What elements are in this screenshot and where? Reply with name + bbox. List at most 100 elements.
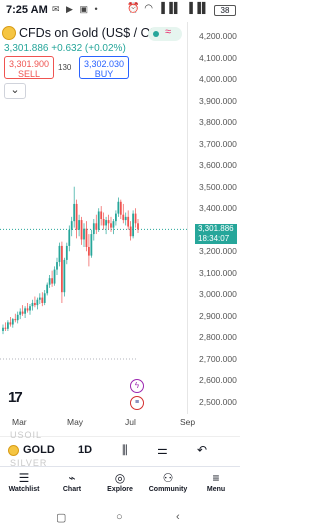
candle [2,324,4,335]
sell-price: 3,301.900 [8,59,50,69]
nav-label: Watchlist [8,486,40,493]
candle-body [2,327,4,331]
candle-body [19,311,22,315]
buy-button[interactable]: 3,302.030 BUY [79,56,129,79]
candle [16,311,19,324]
sell-button[interactable]: 3,301.900 SELL [4,56,54,79]
nav-explore[interactable]: ◎ Explore [96,470,144,493]
candle-body [107,220,110,224]
candle [88,234,90,267]
spread-value: 130 [58,63,72,72]
interval-selector[interactable]: 1D [78,444,92,456]
candle [112,219,115,235]
compass-icon: ◎ [114,471,126,485]
candle-body [73,203,76,222]
candle [29,304,31,315]
candle [7,320,9,331]
candle [105,216,107,235]
price-change: +0.632 (+0.02%) [51,43,126,54]
price-tick-label: 2,600.000 [199,375,237,386]
menu-icon: ≡ [212,471,220,485]
lightning-icon[interactable]: ϟ [130,379,144,393]
candle-body [53,269,56,284]
candle-body [7,322,9,329]
symbol-title: CFDs on Gold (US$ / OZ) [19,26,163,40]
chevron-down-icon: ⌄ [10,84,20,96]
candle-body [80,220,83,240]
collapse-chevron-button[interactable]: ⌄ [4,83,26,99]
candle [21,305,24,316]
price-tick-label: 3,000.000 [199,289,237,300]
candle-body [95,223,98,230]
symbol-selector[interactable]: GOLD [8,444,55,456]
last-price-value: 3,301.886 [198,224,234,233]
price-tick-label: 2,900.000 [199,310,237,321]
price-tick-label: 4,200.000 [199,31,237,41]
price-tick-label: 3,900.000 [199,95,237,106]
system-navigation: ▢ ○ ‹ [0,502,240,532]
candle [65,242,68,265]
nav-label: Explore [107,486,133,493]
month-label: Sep [180,417,196,427]
candle [48,274,51,288]
candle-body [132,213,134,237]
nav-label: Menu [206,486,226,493]
chart-type-icon[interactable]: ⫼ [122,443,128,458]
candle-body [112,221,115,228]
market-status-pill[interactable]: ≈ [148,26,182,41]
candle-body [21,311,24,314]
candle-body [9,322,12,325]
candle [100,206,103,226]
nav-menu[interactable]: ≡ Menu [192,470,240,493]
back-icon[interactable]: ‹ [176,511,180,523]
wave-icon: ≈ [165,26,172,38]
price-tick-label: 2,700.000 [199,353,237,364]
price-tick-label: 4,100.000 [199,52,237,63]
nav-community[interactable]: ⚇ Community [144,470,192,493]
candle-body [61,245,63,293]
nav-chart[interactable]: ⌁ Chart [48,470,96,493]
price-tick-label: 3,500.000 [199,181,237,192]
candle [80,216,83,245]
month-label: Jul [125,417,136,427]
candle [58,242,61,267]
recents-icon[interactable]: ▢ [56,511,66,524]
current-price: 3,301.886 [4,43,49,54]
chart-icon: ⌁ [68,471,76,485]
undo-icon[interactable]: ↶ [197,443,207,457]
candle-body [129,226,132,237]
candle [31,299,34,311]
candle [119,199,122,219]
price-tick-label: 3,100.000 [199,267,237,278]
candle-body [88,246,90,256]
system-status-icons: ⏰ ◠ ▐▐▌ ▐▐▌ [126,3,210,14]
month-label: May [67,417,84,427]
candle-body [51,278,53,284]
candle-body [14,319,17,321]
nav-label: Community [148,486,188,493]
candle-body [31,302,34,307]
symbol-header[interactable]: CFDs on Gold (US$ / OZ) [2,26,162,40]
us-flag-icon[interactable]: ≡ [130,396,144,410]
price-tick-label: 3,200.000 [199,246,237,257]
candle [137,219,139,233]
indicators-icon[interactable]: ⚌ [157,443,168,457]
candle-body [90,234,93,256]
candle [83,223,85,247]
candle [41,292,44,307]
candlestick-chart[interactable] [0,22,187,414]
nav-watchlist[interactable]: ☰ Watchlist [0,470,48,493]
candle-body [68,229,71,246]
candle [51,270,53,287]
bottom-navigation: ☰ Watchlist ⌁ Chart ◎ Explore ⚇ Communit… [0,466,240,500]
home-icon[interactable]: ○ [116,511,123,523]
candle [122,203,125,224]
candle [38,293,41,305]
candle [46,282,49,296]
candle-body [70,221,73,230]
candle [107,214,110,230]
candle-body [63,259,66,293]
candle-body [46,284,49,294]
bar-countdown: 18:34:07 [198,234,230,243]
sell-label: SELL [17,69,41,79]
